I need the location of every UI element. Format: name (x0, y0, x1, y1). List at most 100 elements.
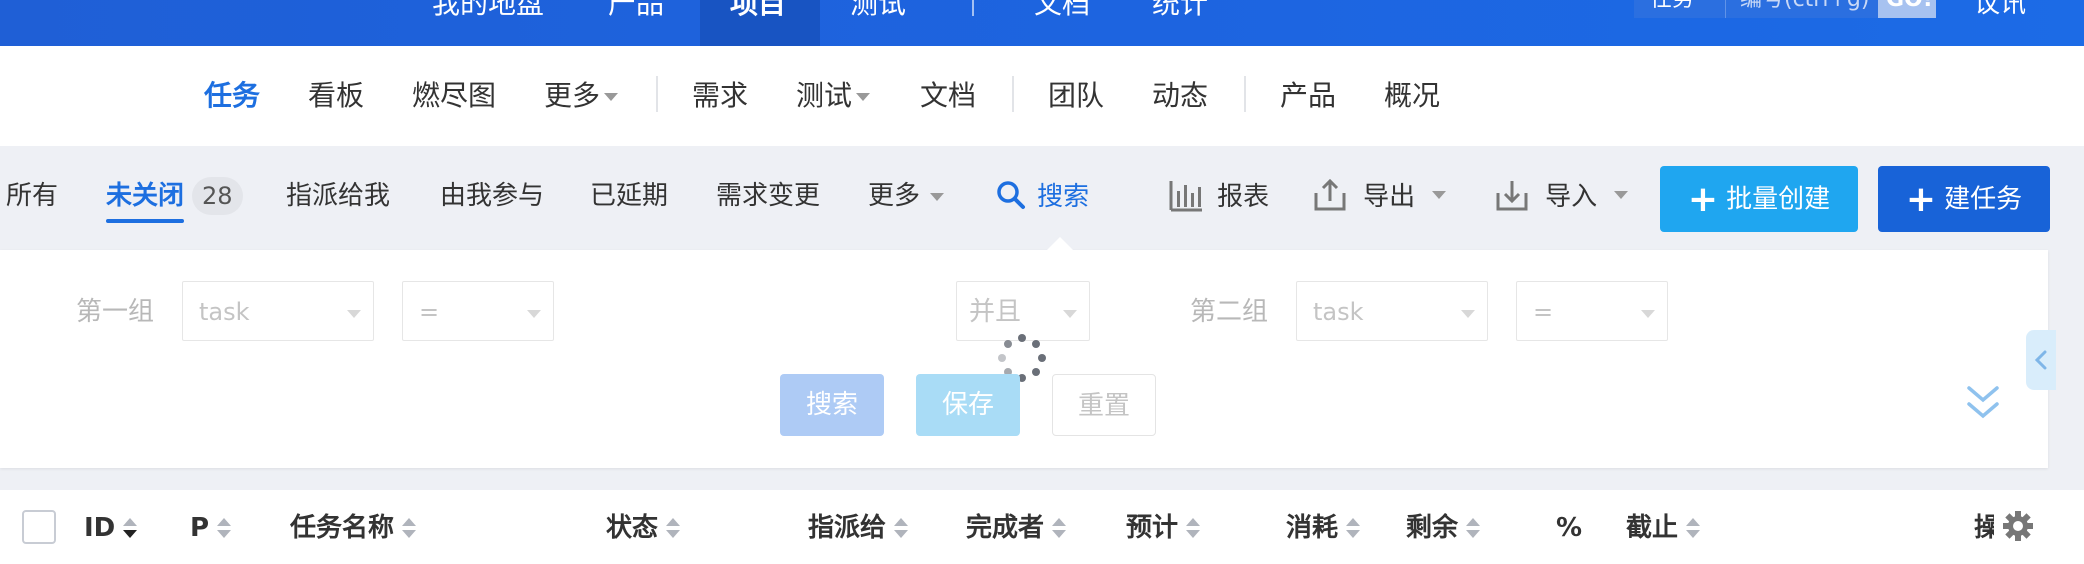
batch-create-label: 批量创建 (1726, 184, 1831, 215)
sort-icon (123, 517, 138, 540)
subnav-item-overview[interactable]: 概况 (1384, 74, 1440, 118)
subnav-item-dynamic[interactable]: 动态 (1152, 74, 1208, 118)
subnav-item-more[interactable]: 更多 (544, 74, 619, 118)
top-search-input[interactable]: 编号(ctrl+g) (1726, 0, 1878, 18)
filter-tab-more-label: 更多 (868, 181, 921, 211)
column-header-estimate[interactable]: 预计 (1126, 508, 1201, 548)
logic-select[interactable]: 并且 (956, 281, 1090, 341)
side-panel-toggle[interactable] (2026, 330, 2056, 390)
column-header-status[interactable]: 状态 (606, 508, 681, 548)
chevron-left-icon (2034, 350, 2047, 370)
subnav-item-kanban[interactable]: 看板 (308, 74, 364, 118)
top-nav-item-product[interactable]: 产品 (608, 0, 664, 24)
filter-tab-delayed[interactable]: 已延期 (590, 174, 668, 218)
search-icon (997, 180, 1025, 209)
gear-icon[interactable] (2002, 510, 2034, 542)
subnav-item-task[interactable]: 任务 (204, 74, 260, 118)
subnav-item-test[interactable]: 测试 (796, 74, 871, 118)
subnav-item-more-label: 更多 (544, 79, 601, 112)
subnav-item-doc[interactable]: 文档 (920, 74, 976, 118)
column-header-actions: 操 (1974, 513, 1994, 543)
column-header-id-label: ID (84, 513, 116, 543)
filter-tab-all[interactable]: 所有 (6, 174, 58, 218)
import-button-label: 导入 (1545, 182, 1598, 212)
export-button[interactable]: 导出 (1312, 176, 1447, 216)
subnav-separator (1012, 76, 1014, 112)
subnav-item-team[interactable]: 团队 (1048, 74, 1104, 118)
sort-icon (894, 517, 909, 540)
plus-icon: + (1687, 178, 1719, 220)
group1-field-select[interactable]: task (182, 281, 374, 341)
filter-tab-story-changed[interactable]: 需求变更 (716, 174, 820, 218)
subnav-separator (656, 76, 658, 112)
chevron-down-icon (930, 192, 945, 201)
top-search-category[interactable]: 任务 (1634, 0, 1726, 18)
top-nav-item-project[interactable]: 项目 (730, 0, 786, 24)
group2-label: 第二组 (1190, 297, 1269, 327)
chevron-down-icon (856, 93, 871, 101)
filter-tab-more[interactable]: 更多 (868, 174, 945, 218)
filter-tab-involved[interactable]: 由我参与 (440, 174, 544, 218)
top-nav-right-link[interactable]: 议讯 (1974, 0, 2026, 24)
column-header-deadline[interactable]: 截止 (1626, 508, 1701, 548)
top-nav-item-stats[interactable]: 统计 (1152, 0, 1208, 24)
batch-create-button[interactable]: + 批量创建 (1660, 166, 1858, 232)
column-header-progress[interactable]: % (1556, 508, 1582, 548)
sort-icon (217, 517, 232, 540)
column-header-deadline-label: 截止 (1626, 513, 1679, 543)
import-button[interactable]: 导入 (1494, 176, 1629, 216)
double-chevron-down-icon[interactable] (1966, 384, 2000, 422)
create-task-button[interactable]: + 建任务 (1878, 166, 2050, 232)
chevron-down-icon (1614, 190, 1629, 199)
group2-operator-select[interactable]: = (1516, 281, 1668, 341)
panel-search-button[interactable]: 搜索 (780, 374, 884, 436)
subnav-separator (1244, 76, 1246, 112)
column-header-actions-clip: 操 (1974, 508, 1994, 548)
create-task-label: 建任务 (1944, 184, 2023, 215)
panel-save-button[interactable]: 保存 (916, 374, 1020, 436)
column-header-left-label: 剩余 (1406, 513, 1459, 543)
group1-operator-select[interactable]: = (402, 281, 554, 341)
select-all-checkbox[interactable] (22, 510, 56, 544)
report-button-label: 报表 (1217, 182, 1270, 212)
chevron-down-icon (1063, 310, 1077, 318)
column-header-finished-by[interactable]: 完成者 (966, 508, 1067, 548)
subnav-item-story[interactable]: 需求 (692, 74, 748, 118)
search-toggle[interactable]: 搜索 (996, 176, 1089, 216)
top-search-placeholder: 编号(ctrl+g) (1740, 0, 1869, 18)
report-button[interactable]: 报表 (1168, 176, 1269, 216)
column-header-left[interactable]: 剩余 (1406, 508, 1481, 548)
column-header-assigned-to[interactable]: 指派给 (808, 508, 909, 548)
active-tab-underline (106, 219, 184, 223)
sort-icon (666, 517, 681, 540)
chevron-down-icon (347, 310, 361, 318)
chevron-down-icon (604, 93, 619, 101)
top-search-go-label: GO! (1886, 0, 1933, 18)
group2-field-select[interactable]: task (1296, 281, 1488, 341)
sort-icon (1466, 517, 1481, 540)
subnav-item-burndown[interactable]: 燃尽图 (412, 74, 496, 118)
bar-chart-icon (1169, 180, 1202, 211)
top-nav-item-test[interactable]: 测试 (850, 0, 906, 24)
top-nav-item-doc[interactable]: 文档 (1034, 0, 1090, 24)
top-nav-item-my[interactable]: 我的地盘 (432, 0, 544, 24)
sort-icon (1346, 517, 1361, 540)
subnav-item-product[interactable]: 产品 (1280, 74, 1336, 118)
sort-icon (1686, 517, 1701, 540)
column-header-priority[interactable]: P (190, 508, 232, 548)
top-search-go-button[interactable]: GO! (1878, 0, 1936, 18)
filter-tab-unclosed[interactable]: 未关闭 28 (106, 174, 243, 218)
chevron-down-icon (1461, 310, 1475, 318)
panel-reset-button[interactable]: 重置 (1052, 374, 1156, 436)
group2-field-value: task (1313, 298, 1364, 326)
search-toggle-label: 搜索 (1037, 182, 1090, 212)
group1-field-value: task (199, 298, 250, 326)
column-header-id[interactable]: ID (84, 508, 138, 548)
column-header-name[interactable]: 任务名称 (290, 508, 417, 548)
subnav-item-test-label: 测试 (796, 79, 853, 112)
count-badge: 28 (192, 177, 243, 215)
column-header-consumed-label: 消耗 (1286, 513, 1339, 543)
filter-tab-assigned-to-me[interactable]: 指派给我 (286, 174, 390, 218)
top-nav-separator (972, 0, 974, 16)
column-header-consumed[interactable]: 消耗 (1286, 508, 1361, 548)
